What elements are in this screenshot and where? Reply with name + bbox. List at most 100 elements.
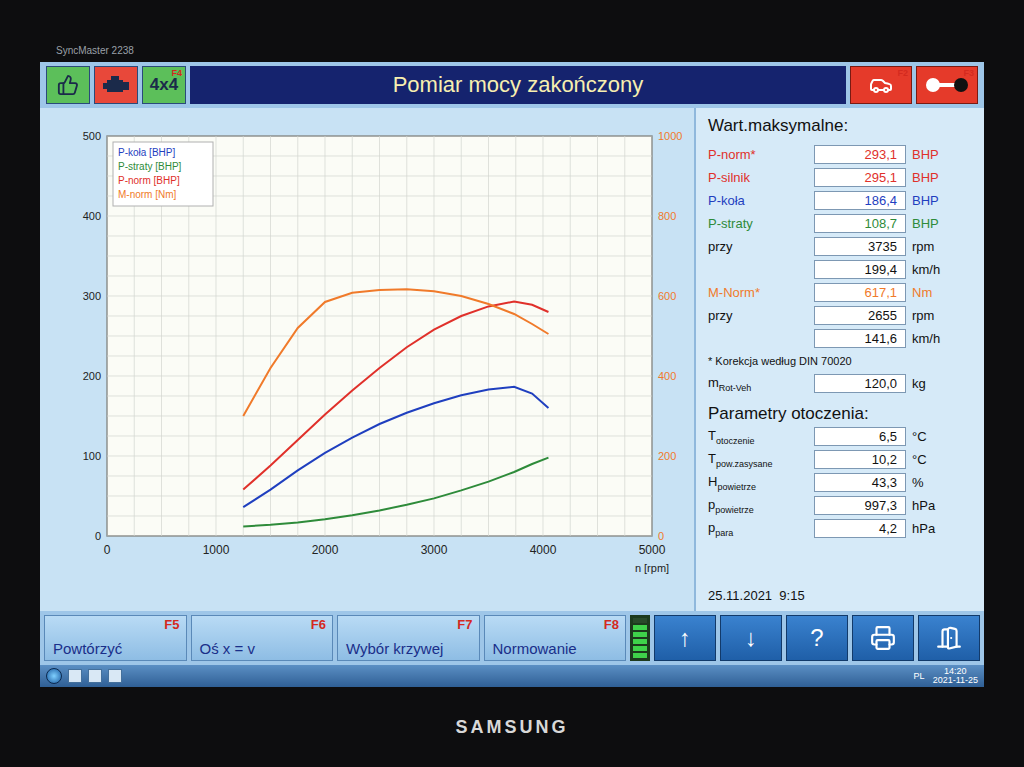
- thumbs-up-icon: [57, 74, 79, 96]
- y-right-tick: 0: [658, 530, 664, 542]
- y-right-tick: 400: [658, 370, 676, 382]
- grid-line: [107, 476, 652, 477]
- row-label: ppara: [708, 520, 808, 538]
- maxima-title: Wart.maksymalne:: [708, 116, 972, 142]
- value-row: przy3735rpm: [708, 236, 972, 257]
- unit: BHP: [912, 216, 939, 231]
- chart-panel: 010002000300040005000n [rpm]010020030040…: [40, 108, 694, 611]
- y-right-tick: 600: [658, 290, 676, 302]
- value-row: Hpowietrze43,3%: [708, 472, 972, 493]
- app-icon[interactable]: [68, 669, 82, 683]
- clock-date: 2021-11-25: [933, 676, 978, 685]
- switch-icon: [924, 75, 970, 95]
- x-tick: 5000: [639, 543, 666, 557]
- clock[interactable]: 14:202021-11-25: [933, 667, 978, 685]
- value-field: 6,5: [814, 427, 906, 446]
- window-title: Pomiar mocy zakończony: [190, 66, 846, 104]
- key-badge: F5: [164, 618, 179, 632]
- button-label: ↑: [679, 624, 691, 652]
- row-label: Tpow.zasysane: [708, 451, 808, 469]
- printer-button[interactable]: [852, 615, 914, 661]
- indicator-segment: [633, 639, 647, 644]
- value-row: Tpow.zasysane10,2°C: [708, 449, 972, 470]
- button-label: Normowanie: [493, 641, 577, 657]
- unit: BHP: [912, 147, 939, 162]
- main-area: 010002000300040005000n [rpm]010020030040…: [40, 108, 984, 611]
- app-window: 4x4F4Pomiar mocy zakończonyF2F3010002000…: [40, 62, 984, 687]
- row-label: Hpowietrze: [708, 474, 808, 492]
- car-icon: [869, 73, 893, 97]
- unit: rpm: [912, 308, 934, 323]
- value-row: M-Norm*617,1Nm: [708, 282, 972, 303]
- label-button[interactable]: 4x4F4: [142, 66, 186, 104]
- monitor-brand: SAMSUNG: [455, 717, 568, 738]
- plot-area: [107, 136, 652, 536]
- text-button[interactable]: ↓: [720, 615, 782, 661]
- x-tick: 4000: [530, 543, 557, 557]
- value-row: P-silnik295,1BHP: [708, 167, 972, 188]
- grid-line: [107, 516, 652, 517]
- value-row: przy2655rpm: [708, 305, 972, 326]
- ambient-title: Parametry otoczenia:: [708, 396, 972, 424]
- bezel-bottom: SAMSUNG: [0, 687, 1024, 767]
- unit: hPa: [912, 521, 935, 536]
- value-row: Totoczenie6,5°C: [708, 426, 972, 447]
- indicator-segment: [633, 646, 647, 651]
- y-right-tick: 1000: [658, 130, 682, 142]
- start-icon[interactable]: [46, 668, 62, 684]
- function-button[interactable]: Powtórzyć F5: [44, 615, 187, 661]
- unit: kg: [912, 376, 926, 391]
- function-button[interactable]: Wybór krzywej F7: [337, 615, 480, 661]
- clock-time: 14:20: [944, 667, 967, 676]
- button-label: ↓: [745, 624, 757, 652]
- indicator-segment: [633, 653, 647, 658]
- grid-line: [107, 396, 652, 397]
- unit: km/h: [912, 331, 940, 346]
- switch-button[interactable]: F3: [916, 66, 978, 104]
- row-label: P-straty: [708, 216, 808, 231]
- app-icon[interactable]: [88, 669, 102, 683]
- row-label: P-norm*: [708, 147, 808, 162]
- car-button[interactable]: F2: [850, 66, 912, 104]
- measurement-date: 25.11.2021 9:15: [708, 588, 972, 603]
- language-indicator[interactable]: PL: [914, 671, 925, 681]
- text-button[interactable]: ↑: [654, 615, 716, 661]
- value-field: 293,1: [814, 145, 906, 164]
- thumbs-button[interactable]: [46, 66, 90, 104]
- y-left-tick: 0: [95, 530, 101, 542]
- grid-line: [107, 256, 652, 257]
- status-indicator: [630, 615, 650, 661]
- exit-button[interactable]: [918, 615, 980, 661]
- button-label: Wybór krzywej: [346, 641, 443, 657]
- grid-line: [107, 356, 652, 357]
- row-label: P-koła: [708, 193, 808, 208]
- button-label: Oś x = v: [200, 641, 255, 657]
- function-button[interactable]: Oś x = v F6: [191, 615, 334, 661]
- engine-button[interactable]: [94, 66, 138, 104]
- key-badge: F6: [311, 618, 326, 632]
- row-label: P-silnik: [708, 170, 808, 185]
- value-field: 2655: [814, 306, 906, 325]
- y-left-tick: 500: [83, 130, 101, 142]
- monitor: SyncMaster 22384x4F4Pomiar mocy zakończo…: [0, 0, 1024, 767]
- unit: km/h: [912, 262, 940, 277]
- unit: rpm: [912, 239, 934, 254]
- row-label: ppowietrze: [708, 497, 808, 515]
- x-axis-label: n [rpm]: [635, 562, 669, 574]
- key-badge: F2: [897, 68, 908, 78]
- value-field: 186,4: [814, 191, 906, 210]
- function-button[interactable]: NormowanieF8: [484, 615, 627, 661]
- value-field: 10,2: [814, 450, 906, 469]
- app-icon[interactable]: [108, 669, 122, 683]
- grid-line: [107, 456, 652, 457]
- value-row: P-koła186,4BHP: [708, 190, 972, 211]
- y-left-tick: 400: [83, 210, 101, 222]
- key-badge: F7: [457, 618, 472, 632]
- x-tick: 2000: [312, 543, 339, 557]
- y-left-tick: 200: [83, 370, 101, 382]
- button-label: Powtórzyć: [53, 641, 122, 657]
- y-left-tick: 100: [83, 450, 101, 462]
- x-tick: 1000: [203, 543, 230, 557]
- text-button[interactable]: ?: [786, 615, 848, 661]
- power-chart: 010002000300040005000n [rpm]010020030040…: [52, 116, 682, 596]
